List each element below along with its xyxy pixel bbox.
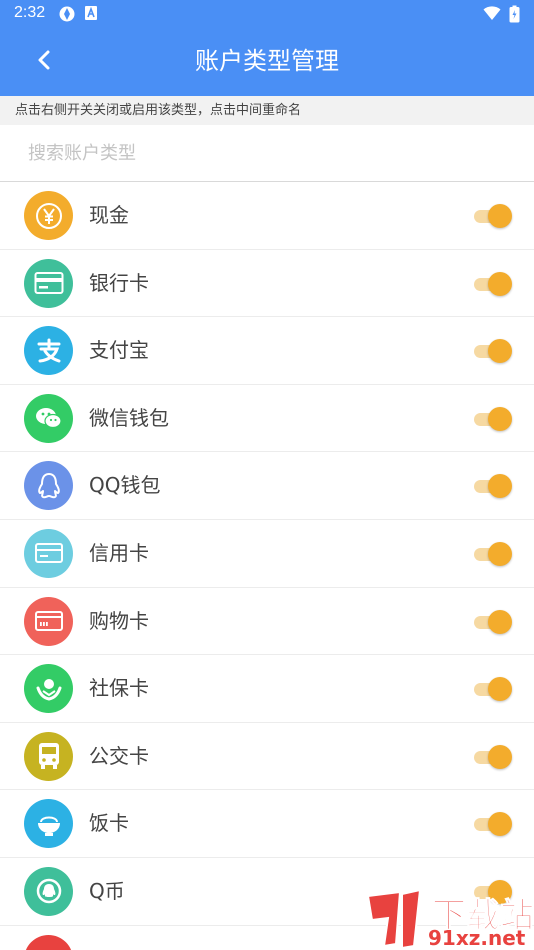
enable-toggle[interactable] — [472, 677, 512, 702]
list-item-qq-wallet[interactable]: QQ钱包 — [0, 452, 534, 520]
list-item-wechat[interactable]: 微信钱包 — [0, 385, 534, 453]
game-icon — [24, 934, 73, 950]
shopping-card-icon — [24, 596, 73, 646]
list-item-bus-card[interactable]: 公交卡 — [0, 723, 534, 791]
list-item-shopping-card[interactable]: 购物卡 — [0, 588, 534, 656]
list-item-meal-card[interactable]: 饭卡 — [0, 790, 534, 858]
vpn-icon — [58, 5, 76, 23]
enable-toggle[interactable] — [472, 339, 512, 364]
wechat-icon — [24, 393, 73, 443]
watermark-url: 91xz.net — [428, 926, 526, 950]
bank-card-icon — [24, 258, 73, 308]
status-time: 2:32 — [14, 4, 46, 21]
enable-toggle[interactable] — [472, 474, 512, 499]
social-security-icon — [24, 664, 73, 714]
list-item-label[interactable]: 购物卡 — [89, 588, 149, 655]
yen-icon — [24, 191, 73, 240]
enable-toggle[interactable] — [472, 812, 512, 837]
enable-toggle[interactable] — [472, 406, 512, 431]
list-item-credit-card[interactable]: 信用卡 — [0, 520, 534, 588]
list-item-cash[interactable]: 现金 — [0, 182, 534, 250]
account-type-list: 现金 银行卡 支付宝 微信钱包 QQ钱包 信用卡 购物卡 社保卡 公交卡 饭卡 … — [0, 182, 534, 950]
qq-icon — [24, 461, 73, 511]
list-item-label[interactable]: Q币 — [89, 858, 125, 925]
list-item-label[interactable]: 公交卡 — [89, 723, 149, 790]
app-notification-icon — [84, 5, 98, 23]
list-item-label[interactable]: QQ钱包 — [89, 452, 160, 519]
list-item-alipay[interactable]: 支付宝 — [0, 317, 534, 385]
list-item-label[interactable]: 饭卡 — [89, 790, 129, 857]
list-item-label[interactable]: 信用卡 — [89, 520, 149, 587]
battery-icon — [509, 5, 520, 23]
alipay-icon — [24, 326, 73, 376]
list-item-label[interactable]: 社保卡 — [89, 655, 149, 722]
list-item-label[interactable]: 支付宝 — [89, 317, 149, 384]
enable-toggle[interactable] — [472, 541, 512, 566]
hint-text: 点击右侧开关关闭或启用该类型，点击中间重命名 — [0, 96, 534, 125]
list-item-bank-card[interactable]: 银行卡 — [0, 250, 534, 318]
status-bar: 2:32 — [0, 0, 534, 28]
credit-card-icon — [24, 528, 73, 578]
search-input[interactable] — [28, 137, 508, 169]
list-item-social-security-card[interactable]: 社保卡 — [0, 655, 534, 723]
enable-toggle[interactable] — [472, 204, 512, 228]
list-item-label[interactable]: 银行卡 — [89, 250, 149, 317]
wifi-icon — [483, 5, 501, 23]
watermark-logo: 下载站 91xz.net — [362, 888, 534, 950]
q-coin-icon — [24, 866, 73, 916]
enable-toggle[interactable] — [472, 271, 512, 296]
bus-icon — [24, 731, 73, 781]
enable-toggle[interactable] — [472, 744, 512, 769]
rice-bowl-icon — [24, 799, 73, 849]
page-title: 账户类型管理 — [195, 47, 339, 75]
list-item-label[interactable]: 微信钱包 — [89, 385, 169, 452]
enable-toggle[interactable] — [472, 609, 512, 634]
list-item-label[interactable]: 现金 — [89, 182, 129, 249]
search-bar — [0, 125, 534, 182]
app-bar: 2:32 账户类型管理 — [0, 0, 534, 96]
